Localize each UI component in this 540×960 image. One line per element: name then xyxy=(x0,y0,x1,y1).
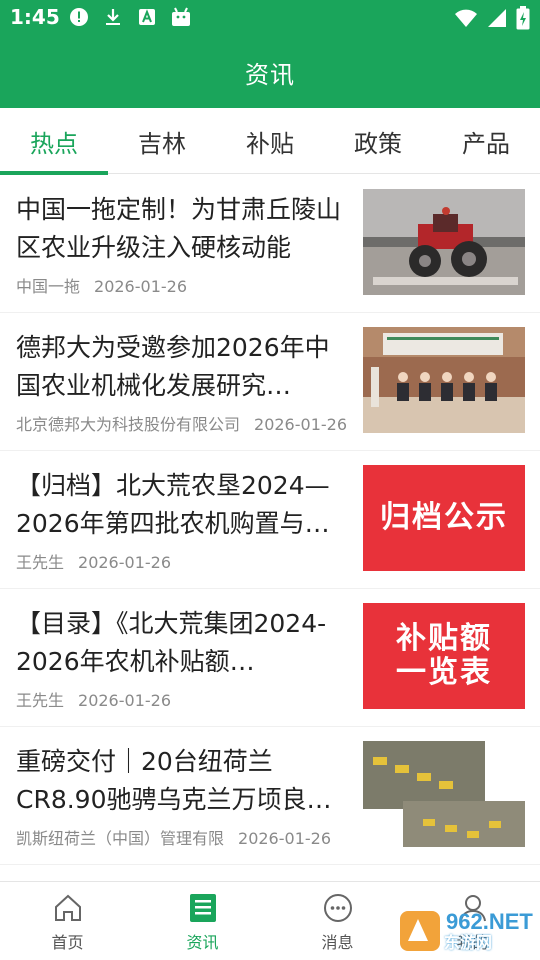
alert-icon xyxy=(68,6,90,28)
news-title: 重磅交付｜20台纽荷兰CR8.90驰骋乌克兰万顷良… xyxy=(16,747,332,814)
news-item[interactable]: 【目录】《北大荒集团2024-2026年农机补贴额… 王先生 2026-01-26… xyxy=(0,589,540,727)
wifi-icon xyxy=(454,8,478,32)
nav-home[interactable]: 首页 xyxy=(0,882,135,960)
news-item[interactable]: 德邦大为受邀参加2026年中国农业机械化发展研究… 北京德邦大为科技股份有限公司… xyxy=(0,313,540,451)
news-source: 王先生 xyxy=(16,553,65,572)
news-thumbnail[interactable] xyxy=(363,327,525,433)
signal-icon xyxy=(486,8,508,32)
news-title: 德邦大为受邀参加2026年中国农业机械化发展研究… xyxy=(16,333,330,400)
news-thumbnail[interactable] xyxy=(363,189,525,295)
tab-jilin[interactable]: 吉林 xyxy=(108,108,216,174)
tractor-photo xyxy=(363,189,525,295)
meeting-photo xyxy=(363,327,525,433)
news-source: 凯斯纽荷兰（中国）管理有限 xyxy=(16,829,225,848)
category-tabs: 热点 吉林 补贴 政策 产品 xyxy=(0,108,540,175)
news-date: 2026-01-26 xyxy=(94,277,187,296)
news-source: 中国一拖 xyxy=(16,277,81,296)
battery-icon xyxy=(516,6,530,34)
nav-label: 资讯 xyxy=(186,932,219,952)
nav-messages[interactable]: 消息 xyxy=(270,882,405,960)
news-icon xyxy=(186,891,220,925)
news-meta: 王先生 2026-01-26 xyxy=(16,687,171,711)
news-meta: 凯斯纽荷兰（中国）管理有限 2026-01-26 xyxy=(16,825,331,849)
message-icon xyxy=(321,891,355,925)
news-meta: 中国一拖 2026-01-26 xyxy=(16,273,187,297)
home-icon xyxy=(51,891,85,925)
tab-hot[interactable]: 热点 xyxy=(0,108,108,175)
news-thumbnail[interactable]: 补贴额 一览表 xyxy=(363,603,525,709)
nav-label: 消息 xyxy=(321,932,354,952)
news-list: 中国一拖定制！为甘肃丘陵山区农业升级注入硬核动能 中国一拖 2026-01-26 … xyxy=(0,175,540,881)
status-bar: 1:45 xyxy=(0,0,540,36)
news-date: 2026-01-26 xyxy=(78,553,171,572)
android-icon xyxy=(170,6,192,28)
site-watermark: 962.NET 东游网 xyxy=(398,905,538,957)
news-item[interactable]: 中国一拖定制！为甘肃丘陵山区农业升级注入硬核动能 中国一拖 2026-01-26 xyxy=(0,175,540,313)
news-source: 王先生 xyxy=(16,691,65,710)
news-item[interactable]: 重磅交付｜20台纽荷兰CR8.90驰骋乌克兰万顷良… 凯斯纽荷兰（中国）管理有限… xyxy=(0,727,540,865)
news-date: 2026-01-26 xyxy=(78,691,171,710)
news-thumbnail[interactable] xyxy=(363,741,525,847)
news-meta: 王先生 2026-01-26 xyxy=(16,549,171,573)
thumb-text: 一览表 xyxy=(396,655,492,690)
news-title: 中国一拖定制！为甘肃丘陵山区农业升级注入硬核动能 xyxy=(16,195,342,262)
watermark-text: 东游网 xyxy=(444,933,493,952)
news-item[interactable]: 【归档】北大荒农垦2024—2026年第四批农机购置与… 王先生 2026-01-… xyxy=(0,451,540,589)
tab-policy[interactable]: 政策 xyxy=(324,108,432,174)
news-meta: 北京德邦大为科技股份有限公司 2026-01-26 xyxy=(16,411,347,435)
nav-news[interactable]: 资讯 xyxy=(135,882,270,960)
nav-label: 首页 xyxy=(51,932,84,952)
app-header: 资讯 xyxy=(0,36,540,108)
status-time: 1:45 xyxy=(10,5,60,29)
a-icon xyxy=(136,6,158,28)
news-source: 北京德邦大为科技股份有限公司 xyxy=(16,415,241,434)
news-thumbnail[interactable]: 归档公示 xyxy=(363,465,525,571)
status-right-icons xyxy=(454,6,530,34)
tab-subsidy[interactable]: 补贴 xyxy=(216,108,324,174)
thumb-text: 补贴额 xyxy=(396,621,492,656)
tab-product[interactable]: 产品 xyxy=(432,108,540,174)
harvester-photo xyxy=(363,741,525,847)
news-title: 【目录】《北大荒集团2024-2026年农机补贴额… xyxy=(16,609,327,676)
news-title: 【归档】北大荒农垦2024—2026年第四批农机购置与… xyxy=(16,471,330,538)
thumb-text: 归档公示 xyxy=(380,500,508,535)
news-date: 2026-01-26 xyxy=(254,415,347,434)
download-icon xyxy=(102,6,124,28)
status-left-icons xyxy=(68,6,192,28)
news-date: 2026-01-26 xyxy=(238,829,331,848)
page-title: 资讯 xyxy=(245,60,295,89)
